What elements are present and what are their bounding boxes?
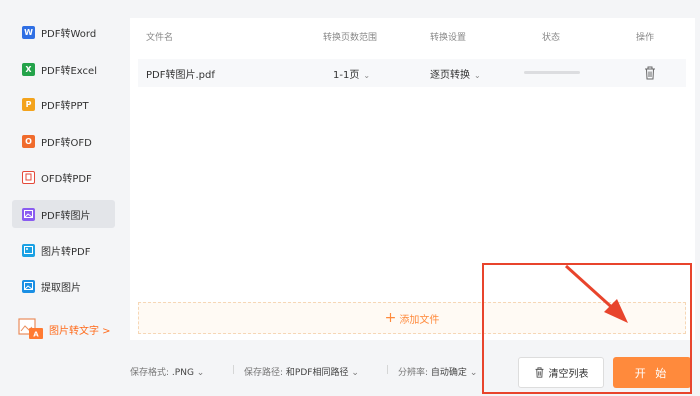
column-header-settings: 转换设置	[430, 33, 467, 43]
sidebar-item-label: 提取图片	[41, 282, 81, 294]
chevron-down-icon: ⌄	[351, 368, 359, 378]
column-header-action: 操作	[636, 33, 655, 43]
chevron-down-icon: ⌄	[196, 368, 205, 378]
chevron-down-icon: ⌄	[469, 368, 478, 378]
save-path-value: 和PDF相同路径	[285, 368, 349, 378]
save-path-label: 保存路径:	[244, 368, 284, 378]
sidebar-item-image-to-pdf[interactable]: 图片转PDF	[12, 236, 115, 264]
table-header: 文件名 转换页数范围 转换设置 状态 操作	[130, 18, 695, 56]
file-name: PDF转图片.pdf	[146, 70, 215, 81]
save-path-select[interactable]: 保存路径: 和PDF相同路径 ⌄	[244, 365, 359, 378]
resolution-value: 自动确定	[430, 368, 467, 378]
table-row: PDF转图片.pdf 1-1页 ⌄ 逐页转换 ⌄	[138, 59, 686, 87]
plus-icon: +	[384, 310, 397, 326]
ocr-icon: A	[18, 318, 44, 340]
delete-file-button[interactable]	[643, 65, 657, 81]
page-range-select[interactable]: 1-1页 ⌄	[333, 66, 370, 81]
picture-icon	[22, 243, 35, 257]
sidebar-item-label: PDF转PPT	[41, 100, 89, 112]
chevron-down-icon: ⌄	[363, 71, 371, 80]
file-list-panel: 文件名 转换页数范围 转换设置 状态 操作 PDF转图片.pdf 1-1页 ⌄ 逐…	[130, 18, 695, 340]
sidebar-item-label: 图片转PDF	[41, 246, 91, 258]
sidebar: W PDF转Word X PDF转Excel P PDF转PPT O PDF转O…	[0, 0, 122, 396]
conversion-setting-value: 逐页转换	[430, 70, 470, 81]
sidebar-item-pdf-to-ofd[interactable]: O PDF转OFD	[12, 127, 115, 155]
trash-icon	[535, 367, 543, 378]
start-label: 开 始	[634, 366, 670, 380]
svg-text:A: A	[33, 331, 39, 339]
ofd-document-icon	[22, 170, 35, 184]
sidebar-item-ofd-to-pdf[interactable]: OFD转PDF	[12, 163, 115, 191]
ppt-icon: P	[22, 97, 35, 111]
page-range-value: 1-1页	[333, 70, 360, 81]
column-header-status: 状态	[542, 33, 561, 43]
save-format-select[interactable]: 保存格式: .PNG ⌄	[130, 365, 204, 378]
sidebar-item-pdf-to-image[interactable]: PDF转图片	[12, 200, 115, 228]
add-file-button[interactable]: + 添加文件	[138, 302, 686, 334]
sidebar-item-pdf-to-ppt[interactable]: P PDF转PPT	[12, 90, 115, 118]
word-icon: W	[22, 25, 35, 39]
divider: |	[386, 365, 390, 375]
ofd-icon: O	[22, 134, 35, 148]
add-file-label: 添加文件	[399, 314, 440, 326]
clear-list-label: 清空列表	[548, 369, 589, 380]
sidebar-item-label: 图片转文字 >	[49, 325, 111, 337]
sidebar-item-label: OFD转PDF	[41, 173, 92, 185]
conversion-progress-bar	[524, 71, 580, 74]
extract-image-icon	[22, 279, 35, 293]
sidebar-item-label: PDF转Excel	[41, 65, 97, 77]
divider: |	[232, 365, 236, 375]
resolution-select[interactable]: 分辨率: 自动确定 ⌄	[398, 365, 477, 378]
excel-icon: X	[22, 62, 35, 76]
save-format-label: 保存格式:	[130, 368, 170, 378]
conversion-setting-select[interactable]: 逐页转换 ⌄	[430, 66, 481, 81]
trash-icon	[645, 66, 655, 80]
image-icon	[22, 207, 35, 221]
resolution-label: 分辨率:	[398, 368, 429, 378]
sidebar-item-extract-images[interactable]: 提取图片	[12, 272, 115, 300]
column-header-page-range: 转换页数范围	[323, 33, 378, 43]
sidebar-item-label: PDF转图片	[41, 210, 91, 222]
bottom-options-bar: 保存格式: .PNG ⌄ | 保存路径: 和PDF相同路径 ⌄ | 分辨率: 自…	[130, 352, 695, 392]
sidebar-item-image-to-text[interactable]: A 图片转文字 >	[12, 315, 122, 343]
sidebar-item-label: PDF转OFD	[41, 137, 92, 149]
clear-list-button[interactable]: 清空列表	[518, 357, 604, 388]
start-button[interactable]: 开 始	[613, 357, 691, 388]
app-window: W PDF转Word X PDF转Excel P PDF转PPT O PDF转O…	[0, 0, 700, 396]
save-format-value: .PNG	[171, 368, 194, 378]
sidebar-item-pdf-to-excel[interactable]: X PDF转Excel	[12, 55, 115, 83]
sidebar-item-label: PDF转Word	[41, 28, 97, 40]
chevron-down-icon: ⌄	[474, 71, 481, 80]
sidebar-item-pdf-to-word[interactable]: W PDF转Word	[12, 18, 115, 46]
column-header-filename: 文件名	[146, 33, 174, 43]
